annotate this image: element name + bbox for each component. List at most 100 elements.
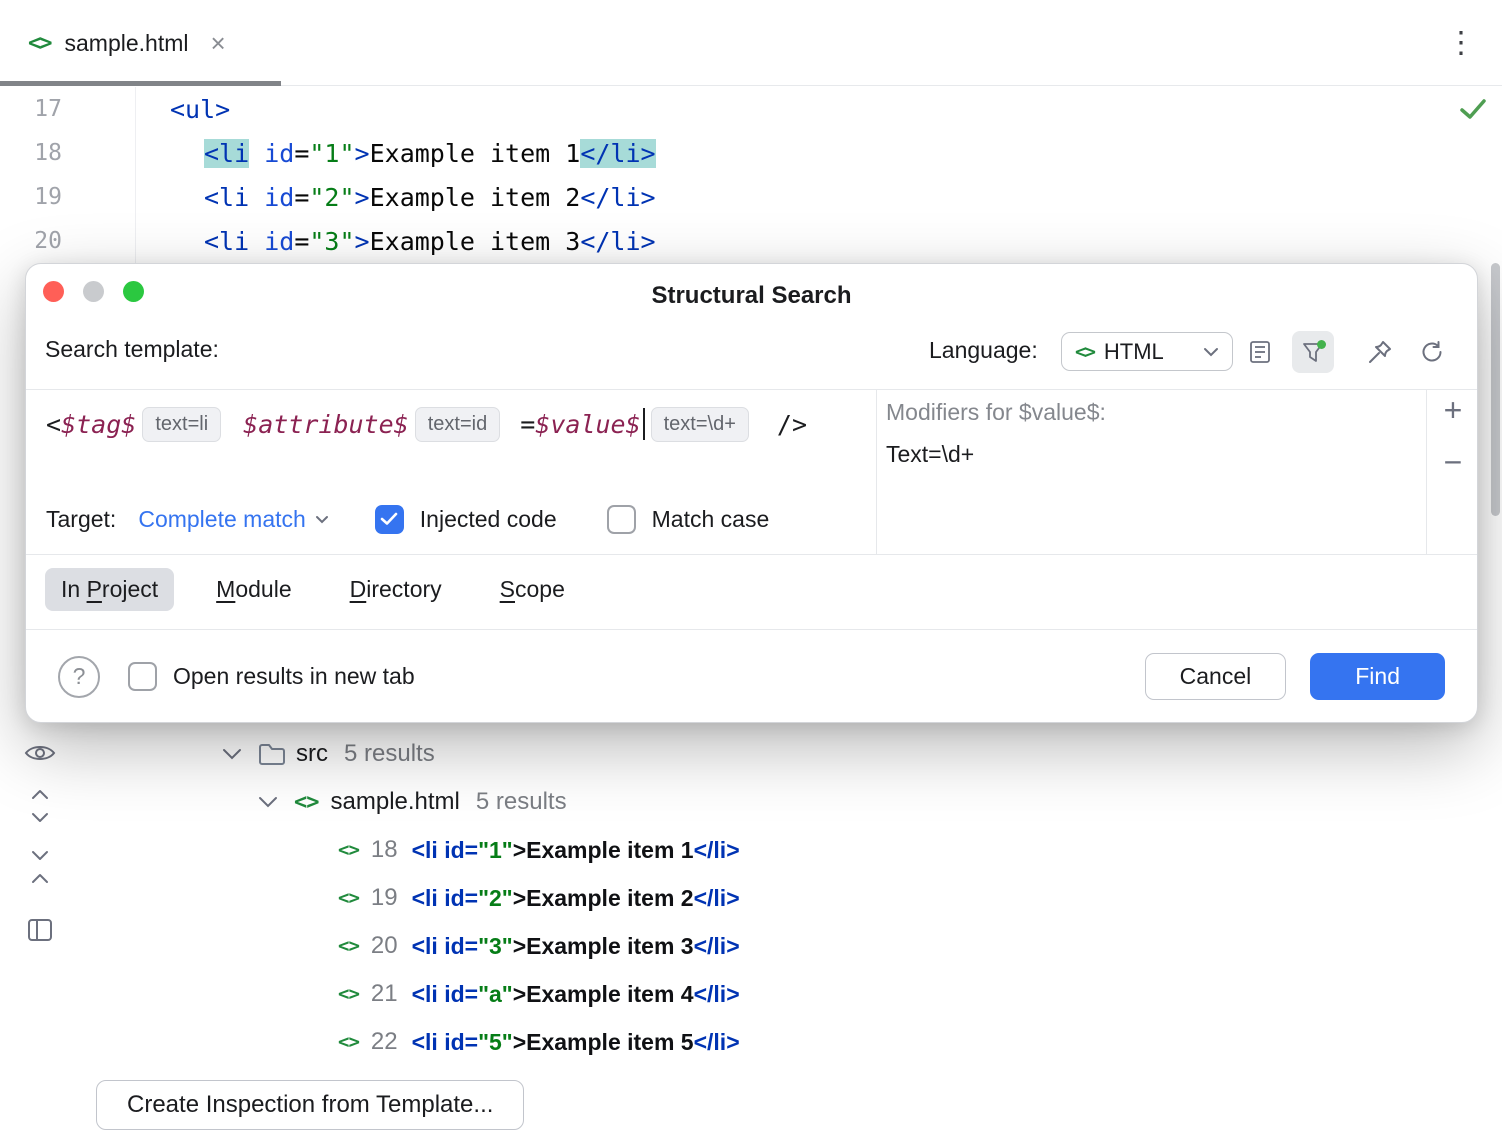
modifiers-panel: Modifiers for $value$: Text=\d+ (886, 399, 1106, 468)
dialog-footer: ? Open results in new tab Cancel Find (26, 630, 1477, 723)
chevron-down-icon[interactable] (258, 796, 278, 808)
line-number: 19 (0, 184, 135, 210)
search-results-panel: src 5 results <> sample.html 5 results <… (0, 723, 1502, 1138)
html-file-icon: <> (28, 31, 51, 56)
open-results-label: Open results in new tab (173, 663, 415, 690)
scope-tab-directory[interactable]: Directory (334, 568, 458, 611)
structural-search-dialog: Structural Search Search template: Langu… (25, 263, 1478, 723)
chevron-down-icon (315, 515, 329, 524)
chevron-down-icon[interactable] (222, 748, 242, 760)
target-row: Target: Complete match Injected code Mat… (46, 496, 769, 542)
template-variable-tag[interactable]: $tag$ (61, 410, 136, 439)
template-text: /> (777, 410, 807, 439)
scope-tab-module[interactable]: Module (200, 568, 307, 611)
search-result-row[interactable]: <> 22 <li id="5">Example item 5</li> (338, 1018, 1502, 1066)
remove-modifier-button[interactable]: − (1430, 446, 1476, 478)
divider (26, 389, 1477, 390)
line-number: 17 (0, 96, 135, 122)
code-editor[interactable]: 17 <ul> 18 <li id="1">Example item 1</li… (0, 87, 1502, 263)
result-line-number: 22 (371, 1028, 398, 1056)
tag-usage-icon: <> (338, 983, 359, 1005)
template-variable-attribute[interactable]: $attribute$ (243, 410, 409, 439)
tree-node-src[interactable]: src 5 results (222, 730, 1502, 778)
html-icon: <> (1075, 341, 1094, 363)
tag-usage-icon: <> (338, 1031, 359, 1053)
editor-tab-bar: <> sample.html × ⋮ (0, 0, 1502, 86)
dialog-title: Structural Search (26, 282, 1477, 310)
result-line-number: 20 (371, 932, 398, 960)
tab-title: sample.html (65, 30, 189, 57)
ide-window: <> sample.html × ⋮ 17 <ul> 18 <li id="1"… (0, 0, 1502, 1138)
tree-node-file[interactable]: <> sample.html 5 results (258, 778, 1502, 826)
injected-code-checkbox[interactable]: Injected code (375, 505, 557, 534)
match-case-label: Match case (652, 506, 770, 533)
more-options-icon[interactable]: ⋮ (1446, 25, 1476, 60)
injected-code-label: Injected code (420, 506, 557, 533)
filter-icon[interactable] (1292, 331, 1334, 373)
folder-name: src (296, 740, 328, 768)
language-select[interactable]: <> HTML (1061, 332, 1233, 371)
template-variable-value[interactable]: $value$ (535, 410, 640, 439)
checkbox-unchecked[interactable] (128, 662, 157, 691)
checkbox-checked[interactable] (375, 505, 404, 534)
result-code: <li id="5">Example item 5</li> (412, 1029, 740, 1056)
code-text: <li id="2">Example item 2</li> (204, 183, 656, 212)
result-code: <li id="2">Example item 2</li> (412, 885, 740, 912)
match-case-checkbox[interactable]: Match case (607, 505, 770, 534)
divider (876, 389, 877, 554)
scope-tab-in-project[interactable]: In Project (45, 568, 174, 611)
inspections-ok-icon[interactable] (1458, 96, 1488, 127)
file-name: sample.html (331, 788, 460, 816)
add-modifier-button[interactable]: + (1430, 394, 1476, 426)
result-code: <li id="3">Example item 3</li> (412, 933, 740, 960)
saved-templates-icon[interactable] (1239, 331, 1281, 373)
cancel-button[interactable]: Cancel (1145, 653, 1287, 700)
modifiers-title: Modifiers for $value$: (886, 399, 1106, 426)
template-text: = (520, 410, 535, 439)
search-template-editor[interactable]: < $tag$ text=li $attribute$ text=id = $v… (46, 402, 807, 446)
target-label: Target: (46, 506, 116, 533)
search-template-label: Search template: (45, 336, 219, 363)
search-result-row[interactable]: <> 18 <li id="1">Example item 1</li> (338, 826, 1502, 874)
results-tree: src 5 results <> sample.html 5 results <… (0, 730, 1502, 1066)
result-line-number: 21 (371, 980, 398, 1008)
create-inspection-button[interactable]: Create Inspection from Template... (96, 1080, 524, 1130)
template-text: < (46, 410, 61, 439)
line-number: 18 (0, 140, 135, 166)
pin-icon[interactable] (1359, 331, 1401, 373)
search-result-row[interactable]: <> 21 <li id="a">Example item 4</li> (338, 970, 1502, 1018)
reset-icon[interactable] (1411, 331, 1453, 373)
target-select[interactable]: Complete match (138, 506, 328, 533)
result-line-number: 19 (371, 884, 398, 912)
close-tab-icon[interactable]: × (210, 28, 225, 59)
result-code: <li id="a">Example item 4</li> (412, 981, 740, 1008)
gutter-divider (135, 87, 136, 263)
search-result-row[interactable]: <> 19 <li id="2">Example item 2</li> (338, 874, 1502, 922)
open-results-checkbox[interactable]: Open results in new tab (128, 662, 415, 691)
language-value: HTML (1104, 339, 1164, 365)
result-count: 5 results (344, 740, 435, 768)
scrollbar[interactable] (1491, 263, 1500, 516)
tag-usage-icon: <> (338, 935, 359, 957)
divider (26, 554, 1477, 555)
editor-line: 18 <li id="1">Example item 1</li> (0, 131, 1502, 175)
filter-chip-attribute[interactable]: text=id (415, 407, 500, 442)
result-code: <li id="1">Example item 1</li> (412, 837, 740, 864)
active-tab-indicator (0, 81, 281, 86)
code-text: <li id="3">Example item 3</li> (204, 227, 656, 256)
filter-chip-value[interactable]: text=\d+ (651, 407, 749, 442)
scope-tab-scope[interactable]: Scope (484, 568, 581, 611)
chevron-down-icon (1203, 347, 1219, 357)
filter-chip-tag[interactable]: text=li (142, 407, 221, 442)
code-text: <ul> (170, 95, 230, 124)
tab-sample-html[interactable]: <> sample.html × (0, 0, 250, 86)
code-text: <li id="1">Example item 1</li> (204, 139, 656, 168)
checkbox-unchecked[interactable] (607, 505, 636, 534)
tag-usage-icon: <> (338, 839, 359, 861)
editor-line: 20 <li id="3">Example item 3</li> (0, 219, 1502, 263)
editor-line: 17 <ul> (0, 87, 1502, 131)
find-button[interactable]: Find (1310, 653, 1445, 700)
modifiers-text[interactable]: Text=\d+ (886, 441, 1106, 468)
help-button[interactable]: ? (58, 656, 100, 698)
search-result-row[interactable]: <> 20 <li id="3">Example item 3</li> (338, 922, 1502, 970)
